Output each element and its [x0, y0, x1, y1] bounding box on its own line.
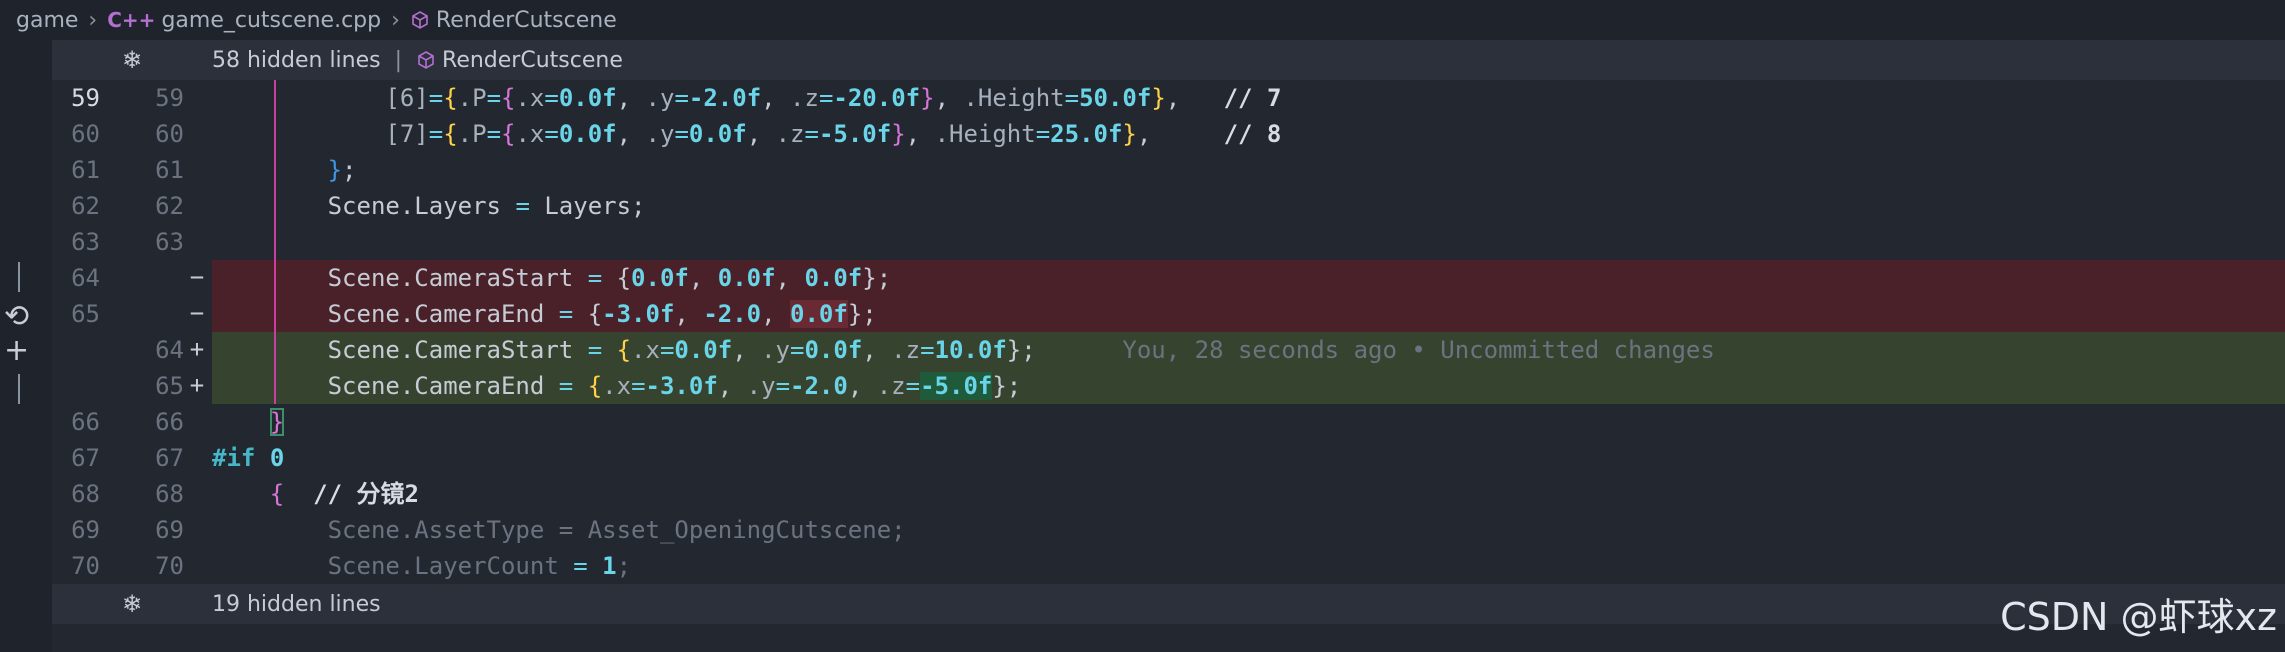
fold-bar-top[interactable]: ❄ 58 hidden lines | RenderCutscene: [52, 40, 2285, 80]
line-number-row: 61 61: [71, 156, 184, 184]
code-line-removed[interactable]: Scene.CameraEnd = {-3.0f, -2.0, 0.0f};: [212, 296, 2285, 332]
git-blame-annotation: You, 28 seconds ago • Uncommitted change…: [1122, 336, 1715, 364]
divider: [18, 262, 20, 292]
code-line[interactable]: [7]={.P={.x=0.0f, .y=0.0f, .z=-5.0f}, .H…: [212, 116, 2285, 152]
code-line-added[interactable]: Scene.CameraStart = {.x=0.0f, .y=0.0f, .…: [212, 332, 2285, 368]
code-area[interactable]: [6]={.P={.x=0.0f, .y=-2.0f, .z=-20.0f}, …: [212, 80, 2285, 580]
code-line-added[interactable]: Scene.CameraEnd = {.x=-3.0f, .y=-2.0, .z…: [212, 368, 2285, 404]
diff-action-strip: ⟲ +: [0, 40, 52, 652]
code-line[interactable]: };: [212, 152, 2285, 188]
line-number-gutter: 59 59 60 60 61 61 62 62 63 63 64− 65− 64 + 65 +…: [52, 80, 212, 580]
line-number-row-added: 64 +: [155, 335, 205, 364]
symbol-method-icon: [416, 50, 436, 70]
line-number-row-removed: 64−: [71, 263, 205, 292]
code-line[interactable]: Scene.Layers = Layers;: [212, 188, 2285, 224]
code-line-blank[interactable]: [212, 224, 2285, 260]
breadcrumb: game › C++ game_cutscene.cpp › RenderCut…: [0, 0, 2285, 40]
line-number-row: 70 70: [71, 552, 184, 580]
code-line[interactable]: Scene.LayerCount = 1;: [212, 548, 2285, 584]
line-number-row: 60 60: [71, 120, 184, 148]
code-line[interactable]: Scene.AssetType = Asset_OpeningCutscene;: [212, 512, 2285, 548]
symbol-method-icon: [410, 10, 430, 30]
watermark: CSDN @虾球xz: [2000, 595, 2277, 639]
breadcrumb-symbol[interactable]: RenderCutscene: [436, 8, 617, 33]
code-line[interactable]: { // 分镜2: [212, 476, 2285, 512]
chevron-right-icon: ›: [88, 7, 98, 33]
code-line[interactable]: [6]={.P={.x=0.0f, .y=-2.0f, .z=-20.0f}, …: [212, 80, 2285, 116]
indent-guide: [274, 80, 276, 404]
plus-icon[interactable]: +: [4, 336, 29, 366]
chevron-right-icon: ›: [391, 7, 400, 33]
hidden-lines-label[interactable]: 58 hidden lines: [212, 48, 381, 73]
line-number-row-added: 65 +: [155, 371, 205, 400]
fold-separator: |: [394, 47, 403, 73]
line-number-row: 67 67: [71, 444, 184, 472]
code-line[interactable]: #if 0: [212, 440, 2285, 476]
code-line-removed[interactable]: Scene.CameraStart = {0.0f, 0.0f, 0.0f};: [212, 260, 2285, 296]
line-number-row-removed: 65−: [71, 299, 205, 328]
divider: [18, 374, 20, 404]
fold-symbol[interactable]: RenderCutscene: [442, 48, 623, 73]
cpp-file-icon: C++: [107, 8, 156, 32]
line-number-row: 66 66: [71, 408, 184, 436]
line-number-row: 59 59: [71, 84, 184, 112]
fold-snowflake-icon[interactable]: ❄: [52, 46, 212, 74]
fold-bar-bottom[interactable]: ❄ 19 hidden lines: [52, 584, 2285, 624]
breadcrumb-file[interactable]: game_cutscene.cpp: [161, 8, 381, 33]
diff-editor: game › C++ game_cutscene.cpp › RenderCut…: [0, 0, 2285, 652]
line-number-row: 63 63: [71, 228, 184, 256]
hidden-lines-label[interactable]: 19 hidden lines: [212, 592, 381, 617]
fold-snowflake-icon[interactable]: ❄: [52, 590, 212, 618]
line-number-row: 69 69: [71, 516, 184, 544]
line-number-row: 68 68: [71, 480, 184, 508]
line-number-row: 62 62: [71, 192, 184, 220]
code-line[interactable]: }: [212, 404, 2285, 440]
revert-icon[interactable]: ⟲: [4, 302, 29, 332]
breadcrumb-root[interactable]: game: [16, 8, 78, 33]
